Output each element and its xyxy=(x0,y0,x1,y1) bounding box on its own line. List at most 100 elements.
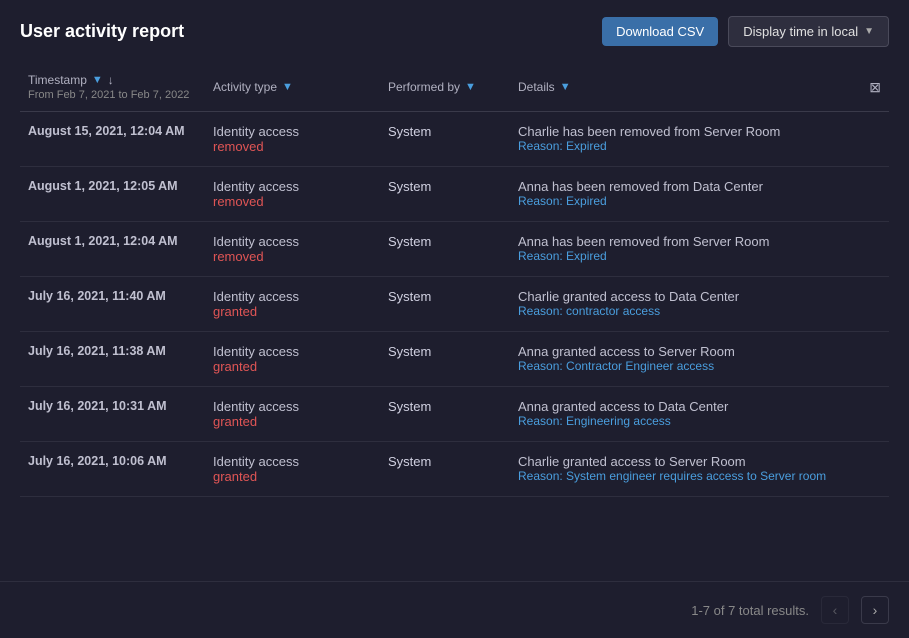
timestamp-sort-icon[interactable]: ↓ xyxy=(108,73,114,87)
performed-by-label: Performed by xyxy=(388,80,460,94)
pagination-next-button[interactable]: › xyxy=(861,596,889,624)
display-time-label: Display time in local xyxy=(743,24,858,39)
details-line2: Reason: contractor access xyxy=(518,304,851,318)
activity-sub-text: granted xyxy=(213,304,372,319)
table-row: August 15, 2021, 12:04 AMIdentity access… xyxy=(20,112,889,167)
cell-performed-by: System xyxy=(380,442,510,497)
page-title: User activity report xyxy=(20,21,184,42)
cell-performed-by: System xyxy=(380,112,510,167)
activity-sub-text: granted xyxy=(213,469,372,484)
cell-performed-by: System xyxy=(380,222,510,277)
cell-performed-by: System xyxy=(380,332,510,387)
cell-empty xyxy=(859,332,889,387)
cell-activity-type: Identity access removed xyxy=(205,222,380,277)
cell-empty xyxy=(859,442,889,497)
cell-timestamp: August 1, 2021, 12:05 AM xyxy=(20,167,205,222)
activity-sub-text: granted xyxy=(213,359,372,374)
cell-timestamp: August 15, 2021, 12:04 AM xyxy=(20,112,205,167)
cell-details: Anna granted access to Data CenterReason… xyxy=(510,387,859,442)
cell-timestamp: July 16, 2021, 11:38 AM xyxy=(20,332,205,387)
pagination-info: 1-7 of 7 total results. xyxy=(691,603,809,618)
table-row: July 16, 2021, 11:38 AMIdentity access g… xyxy=(20,332,889,387)
activity-sub-text: granted xyxy=(213,414,372,429)
cell-timestamp: July 16, 2021, 10:06 AM xyxy=(20,442,205,497)
col-header-clear: ⊠ xyxy=(859,63,889,112)
cell-empty xyxy=(859,167,889,222)
footer: 1-7 of 7 total results. ‹ › xyxy=(0,581,909,638)
pagination-prev-button[interactable]: ‹ xyxy=(821,596,849,624)
details-line1: Charlie granted access to Server Room xyxy=(518,454,851,469)
details-line1: Anna has been removed from Data Center xyxy=(518,179,851,194)
cell-empty xyxy=(859,222,889,277)
performed-filter-icon[interactable]: ▼ xyxy=(465,81,476,93)
table-container: Timestamp ▼ ↓ From Feb 7, 2021 to Feb 7,… xyxy=(0,63,909,581)
cell-performed-by: System xyxy=(380,387,510,442)
clear-filters-icon[interactable]: ⊠ xyxy=(869,79,881,95)
details-line2: Reason: Expired xyxy=(518,249,851,263)
cell-performed-by: System xyxy=(380,277,510,332)
table-row: August 1, 2021, 12:05 AMIdentity access … xyxy=(20,167,889,222)
activity-main-text: Identity access xyxy=(213,454,299,469)
activity-main-text: Identity access xyxy=(213,399,299,414)
activity-sub-text: removed xyxy=(213,139,372,154)
cell-activity-type: Identity access granted xyxy=(205,387,380,442)
details-line1: Charlie has been removed from Server Roo… xyxy=(518,124,851,139)
chevron-down-icon: ▼ xyxy=(864,26,874,37)
activity-main-text: Identity access xyxy=(213,344,299,359)
cell-details: Charlie granted access to Data CenterRea… xyxy=(510,277,859,332)
header: User activity report Download CSV Displa… xyxy=(0,0,909,63)
details-line2: Reason: Engineering access xyxy=(518,414,851,428)
cell-performed-by: System xyxy=(380,167,510,222)
activity-main-text: Identity access xyxy=(213,124,299,139)
cell-empty xyxy=(859,277,889,332)
details-line2: Reason: Expired xyxy=(518,194,851,208)
details-label: Details xyxy=(518,80,555,94)
details-line2: Reason: Expired xyxy=(518,139,851,153)
details-line1: Anna has been removed from Server Room xyxy=(518,234,851,249)
col-header-details: Details ▼ xyxy=(510,63,859,112)
activity-type-label: Activity type xyxy=(213,80,277,94)
details-line1: Anna granted access to Server Room xyxy=(518,344,851,359)
cell-details: Anna granted access to Server RoomReason… xyxy=(510,332,859,387)
activity-filter-icon[interactable]: ▼ xyxy=(282,81,293,93)
cell-details: Anna has been removed from Data CenterRe… xyxy=(510,167,859,222)
cell-empty xyxy=(859,387,889,442)
cell-activity-type: Identity access removed xyxy=(205,112,380,167)
cell-timestamp: July 16, 2021, 10:31 AM xyxy=(20,387,205,442)
display-time-button[interactable]: Display time in local ▼ xyxy=(728,16,889,47)
download-csv-button[interactable]: Download CSV xyxy=(602,17,718,46)
details-filter-icon[interactable]: ▼ xyxy=(560,81,571,93)
table-row: August 1, 2021, 12:04 AMIdentity access … xyxy=(20,222,889,277)
cell-activity-type: Identity access granted xyxy=(205,277,380,332)
timestamp-range: From Feb 7, 2021 to Feb 7, 2022 xyxy=(28,89,197,101)
activity-main-text: Identity access xyxy=(213,179,299,194)
col-header-timestamp: Timestamp ▼ ↓ From Feb 7, 2021 to Feb 7,… xyxy=(20,63,205,112)
details-line2: Reason: Contractor Engineer access xyxy=(518,359,851,373)
details-line1: Anna granted access to Data Center xyxy=(518,399,851,414)
cell-timestamp: August 1, 2021, 12:04 AM xyxy=(20,222,205,277)
timestamp-label: Timestamp xyxy=(28,73,87,87)
col-header-performed: Performed by ▼ xyxy=(380,63,510,112)
table-row: July 16, 2021, 10:31 AMIdentity access g… xyxy=(20,387,889,442)
cell-details: Anna has been removed from Server RoomRe… xyxy=(510,222,859,277)
table-body: August 15, 2021, 12:04 AMIdentity access… xyxy=(20,112,889,497)
cell-activity-type: Identity access granted xyxy=(205,332,380,387)
details-line2: Reason: System engineer requires access … xyxy=(518,469,851,483)
page-wrapper: User activity report Download CSV Displa… xyxy=(0,0,909,638)
cell-empty xyxy=(859,112,889,167)
activity-table: Timestamp ▼ ↓ From Feb 7, 2021 to Feb 7,… xyxy=(20,63,889,497)
cell-timestamp: July 16, 2021, 11:40 AM xyxy=(20,277,205,332)
activity-sub-text: removed xyxy=(213,249,372,264)
activity-main-text: Identity access xyxy=(213,289,299,304)
cell-details: Charlie has been removed from Server Roo… xyxy=(510,112,859,167)
table-header-row: Timestamp ▼ ↓ From Feb 7, 2021 to Feb 7,… xyxy=(20,63,889,112)
timestamp-filter-icon[interactable]: ▼ xyxy=(92,74,103,86)
cell-details: Charlie granted access to Server RoomRea… xyxy=(510,442,859,497)
cell-activity-type: Identity access removed xyxy=(205,167,380,222)
table-row: July 16, 2021, 11:40 AMIdentity access g… xyxy=(20,277,889,332)
cell-activity-type: Identity access granted xyxy=(205,442,380,497)
activity-main-text: Identity access xyxy=(213,234,299,249)
table-row: July 16, 2021, 10:06 AMIdentity access g… xyxy=(20,442,889,497)
activity-sub-text: removed xyxy=(213,194,372,209)
col-header-activity: Activity type ▼ xyxy=(205,63,380,112)
